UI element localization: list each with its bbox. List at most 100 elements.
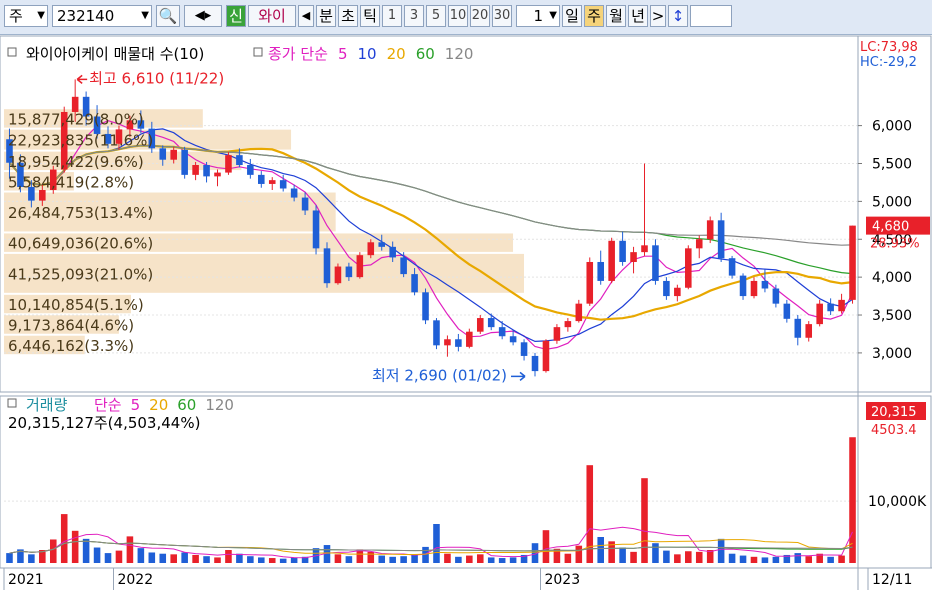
candle-body (455, 339, 462, 347)
volume-bar (509, 557, 517, 563)
volume-legend: 단순 5 20 60 120 (94, 396, 234, 414)
second-button[interactable]: 초 (338, 5, 358, 27)
candle-body (159, 148, 167, 160)
candle-body (411, 274, 418, 293)
candle-body (553, 327, 561, 341)
candle-body (422, 292, 429, 321)
interval-1-button[interactable]: 1 (382, 5, 402, 27)
volume-bar (378, 555, 386, 563)
volume-bar (389, 556, 396, 563)
stock-code-input[interactable]: 232140 ▼ (52, 5, 152, 27)
candle-body (805, 324, 813, 338)
market-select[interactable]: 주 ▼ (4, 5, 48, 27)
volume-profile-label: 6,446,162(3.3%) (8, 337, 134, 355)
minute-button[interactable]: 분 (316, 5, 336, 27)
volume-profile-label: 18,954,422(9.6%) (8, 153, 144, 171)
next-button[interactable]: > (650, 5, 666, 27)
candle-body (400, 257, 407, 275)
month-button[interactable]: 월 (606, 5, 626, 27)
x-tick-label: 2021 (8, 572, 44, 588)
candle-body (312, 210, 320, 249)
volume-legend-item: 단순 (94, 396, 122, 414)
market-select-value: 주 (9, 7, 23, 25)
volume-bar (422, 546, 429, 563)
volume-bar (148, 552, 156, 563)
volume-profile-label: 22,923,835(11.6%) (8, 132, 153, 150)
sound-button[interactable]: ◀▸ (184, 5, 222, 27)
volume-bar (750, 556, 758, 563)
extra-input[interactable] (690, 5, 732, 27)
volume-legend-item: 20 (149, 396, 168, 414)
volume-bar (498, 558, 506, 563)
candle-body (356, 255, 364, 278)
candle-body (663, 280, 670, 297)
day-button[interactable]: 일 (562, 5, 582, 27)
x-tick-label: 2022 (117, 572, 153, 588)
candle-body (849, 225, 856, 300)
x-tick-label: 12/11 (872, 572, 912, 588)
volume-bar (236, 553, 243, 563)
hc-label: HC:-29,2 (860, 55, 917, 70)
tick-button[interactable]: 틱 (360, 5, 380, 27)
volume-bar (82, 538, 90, 563)
candle-body (827, 303, 834, 312)
search-button[interactable]: 🔍 (156, 5, 180, 27)
candle-body (367, 242, 375, 256)
volume-panel-title: 거래량 (26, 396, 68, 414)
volume-bar (170, 554, 177, 563)
new-badge[interactable]: 신 (226, 5, 246, 27)
volume-profile-label: 26,484,753(13.4%) (8, 204, 153, 222)
candle-body (203, 165, 210, 177)
search-icon: 🔍 (158, 7, 178, 25)
candle-body (674, 287, 681, 297)
price-tick-label: 5,000 (872, 194, 912, 210)
volume-bar (794, 553, 802, 563)
volume-bar (93, 547, 101, 563)
volume-bar (805, 556, 813, 563)
chevron-down-icon: ▼ (37, 10, 45, 21)
candle-body (498, 327, 506, 337)
count-input[interactable]: 1 ▼ (516, 5, 560, 27)
volume-bar (49, 539, 57, 563)
volume-bar (192, 554, 199, 563)
volume-bar (433, 524, 440, 563)
interval-5-button[interactable]: 5 (426, 5, 446, 27)
current-price-label: 4,680 (872, 220, 909, 235)
volume-bar (356, 549, 364, 563)
volume-bar (181, 552, 188, 563)
volume-bar (225, 550, 232, 563)
volume-bar (214, 557, 221, 563)
year-button[interactable]: 년 (628, 5, 648, 27)
interval-3-button[interactable]: 3 (404, 5, 424, 27)
candle-body (597, 261, 604, 281)
candle-body (476, 318, 484, 332)
volume-bar (247, 556, 254, 563)
volume-bar (345, 556, 353, 563)
candle-body (630, 252, 637, 262)
volume-bar (597, 537, 604, 563)
prev-icon[interactable]: ◀ (298, 5, 314, 27)
volume-bar (487, 557, 495, 563)
volume-bar (71, 530, 79, 563)
volume-profile-label: 5,584,419(2.8%) (8, 173, 134, 191)
volume-legend-item: 5 (131, 396, 141, 414)
candle-body (509, 336, 517, 343)
last-volume-label: 20,315 (871, 405, 917, 420)
interval-10-button[interactable]: 10 (448, 5, 468, 27)
candle-body (641, 245, 648, 253)
volume-bar (772, 556, 780, 563)
candle-body (717, 220, 725, 259)
current-change-label: 28.93% (870, 237, 920, 252)
volume-bar (739, 555, 747, 563)
stock-name[interactable]: 와이 (248, 5, 296, 27)
updown-arrows-icon[interactable]: ↕ (668, 5, 688, 27)
interval-20-button[interactable]: 20 (470, 5, 490, 27)
stock-chart: 15,877,429(8.0%) 22,923,835(11.6%) 18,954,… (0, 35, 932, 590)
interval-30-button[interactable]: 30 (492, 5, 512, 27)
volume-bar (542, 530, 550, 563)
week-button[interactable]: 주 (584, 5, 604, 27)
volume-bar (717, 538, 725, 563)
candle-body (247, 165, 254, 175)
candle-body (794, 318, 802, 338)
volume-legend-item: 120 (205, 396, 234, 414)
